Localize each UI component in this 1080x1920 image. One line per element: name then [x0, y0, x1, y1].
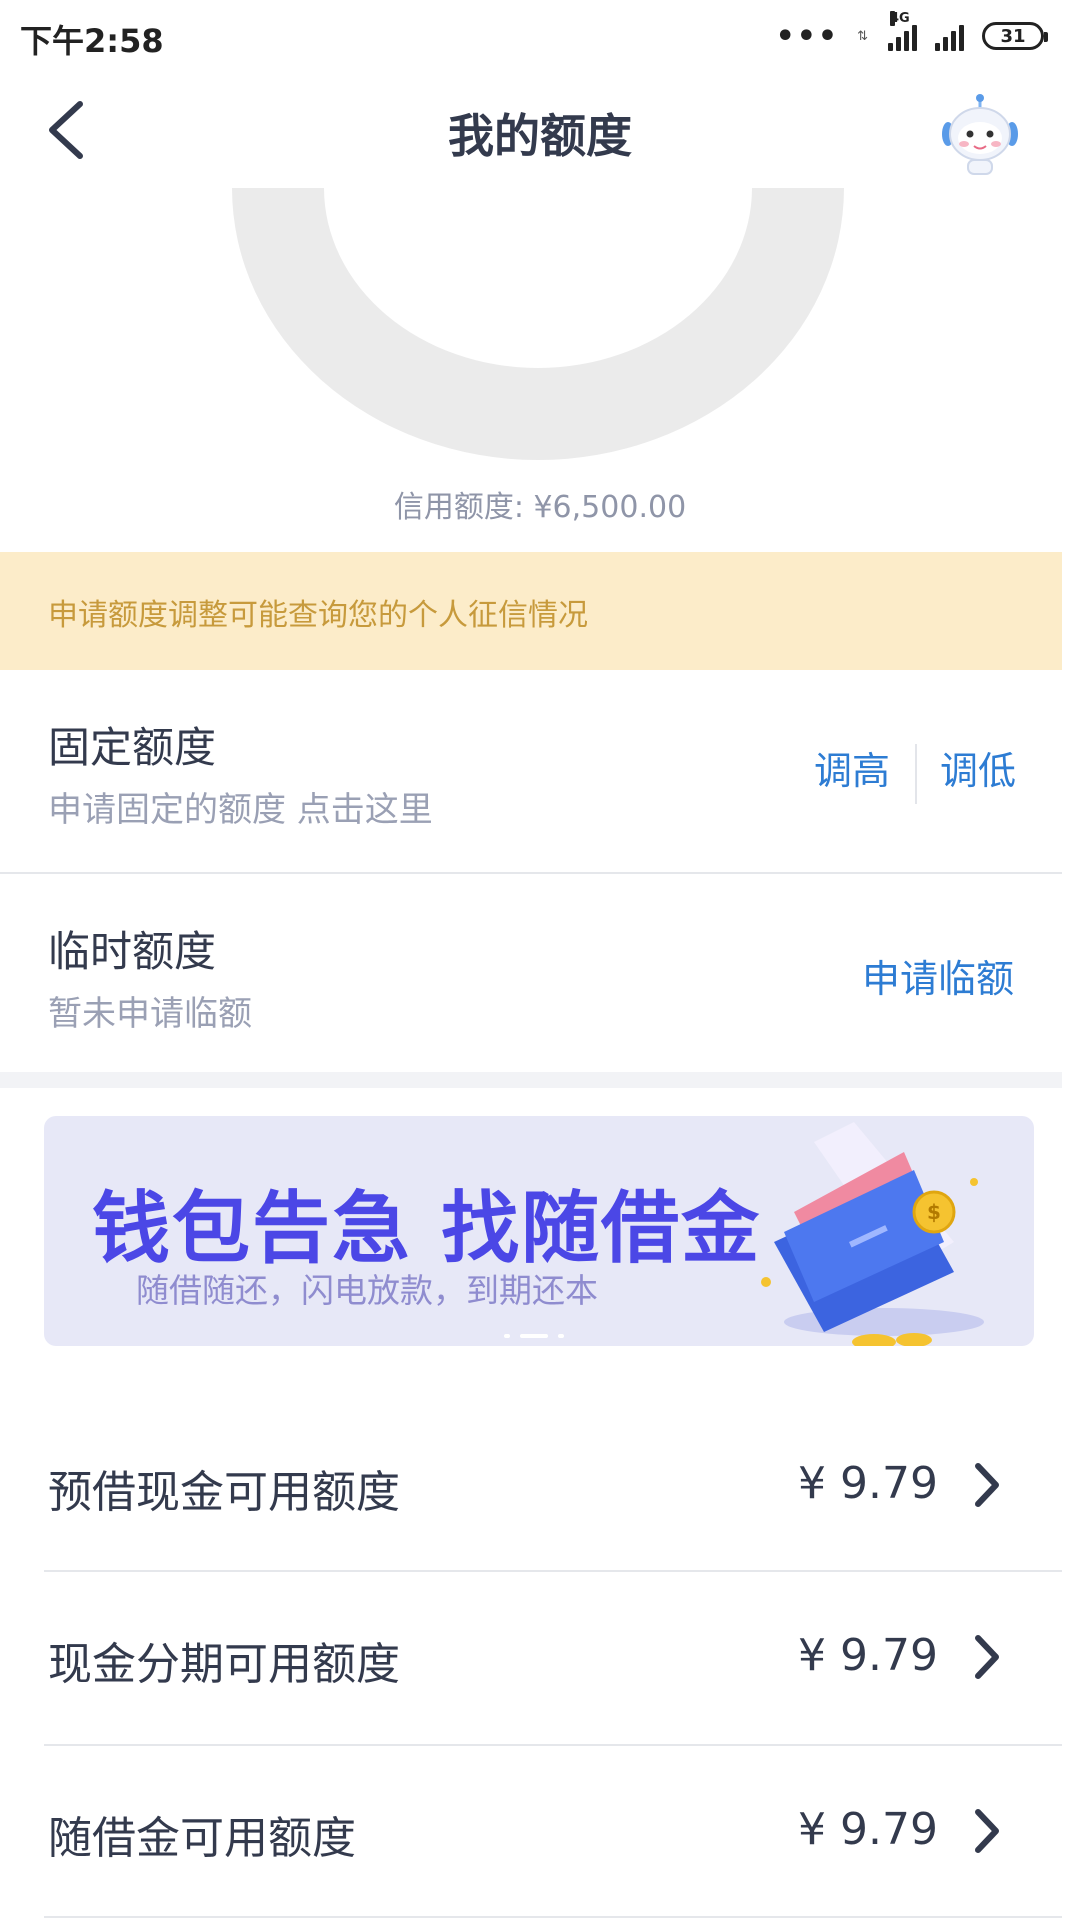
temp-quota-subtitle: 暂未申请临额 — [48, 994, 252, 1034]
list-item[interactable]: 随借金可用额度 ¥ 9.79 — [0, 1746, 1062, 1918]
chevron-right-icon — [975, 1463, 999, 1507]
gauge-track — [232, 188, 844, 460]
available-label: 现金分期可用额度 — [48, 1639, 400, 1690]
banner-headline: 钱包告急 找随借金 — [92, 1184, 762, 1274]
wallet-illustration-icon: $ — [761, 1122, 984, 1346]
network-type: 4G — [890, 11, 910, 26]
status-time: 下午2:58 — [20, 22, 164, 60]
credit-limit-label: 信用额度: ¥6,500.00 — [393, 490, 687, 525]
signal-4g-icon: 4G — [888, 11, 917, 51]
credit-gauge — [232, 188, 844, 460]
fixed-quota-title: 固定额度 — [48, 723, 217, 772]
divider — [44, 1916, 1062, 1918]
data-arrows-icon: ⇅ — [857, 28, 868, 44]
available-amount: ¥ 9.79 — [798, 1630, 938, 1681]
battery-icon: 31 — [982, 22, 1048, 50]
temp-quota-title: 临时额度 — [48, 927, 217, 976]
fixed-quota-row: 固定额度 申请固定的额度 点击这里 调高 调低 — [0, 670, 1062, 876]
promo-banner[interactable]: 钱包告急 找随借金 随借随还，闪电放款，到期还本 $ — [44, 1116, 1034, 1346]
available-label: 预借现金可用额度 — [48, 1467, 400, 1518]
available-amount: ¥ 9.79 — [798, 1458, 938, 1509]
carousel-dot[interactable] — [504, 1334, 510, 1338]
battery-level: 31 — [1000, 25, 1026, 47]
list-item[interactable]: 现金分期可用额度 ¥ 9.79 — [0, 1572, 1062, 1744]
robot-avatar-icon[interactable] — [940, 94, 1020, 178]
page-title: 我的额度 — [448, 109, 632, 163]
divider — [915, 744, 917, 804]
notice-text: 申请额度调整可能查询您的个人征信情况 — [48, 598, 588, 633]
lower-quota-button[interactable]: 调低 — [940, 740, 1016, 795]
apply-temp-quota-button[interactable]: 申请临额 — [862, 948, 1014, 1003]
fixed-quota-subtitle[interactable]: 申请固定的额度 点击这里 — [48, 782, 433, 831]
raise-quota-button[interactable]: 调高 — [814, 740, 890, 795]
available-label: 随借金可用额度 — [48, 1813, 356, 1864]
carousel-dot-active[interactable] — [520, 1334, 548, 1338]
banner-subline: 随借随还，闪电放款，到期还本 — [136, 1271, 598, 1310]
nav-bar: 我的额度 — [0, 72, 1080, 188]
status-bar: 下午2:58 ••• ⇅ 4G 31 — [0, 0, 1080, 72]
temp-quota-row: 临时额度 暂未申请临额 申请临额 — [0, 874, 1062, 1072]
carousel-indicator — [504, 1334, 564, 1338]
chevron-right-icon — [975, 1809, 999, 1853]
status-icons: ••• ⇅ 4G 31 — [775, 11, 1048, 58]
signal-icon — [935, 21, 964, 51]
more-dots-icon: ••• — [775, 18, 840, 54]
carousel-dot[interactable] — [558, 1334, 564, 1338]
list-item[interactable]: 预借现金可用额度 ¥ 9.79 — [0, 1400, 1062, 1572]
svg-text:$: $ — [927, 1200, 941, 1224]
chevron-right-icon — [975, 1635, 999, 1679]
available-amount: ¥ 9.79 — [798, 1804, 938, 1855]
section-gap — [0, 1072, 1062, 1088]
notice-banner: 申请额度调整可能查询您的个人征信情况 — [0, 552, 1062, 670]
